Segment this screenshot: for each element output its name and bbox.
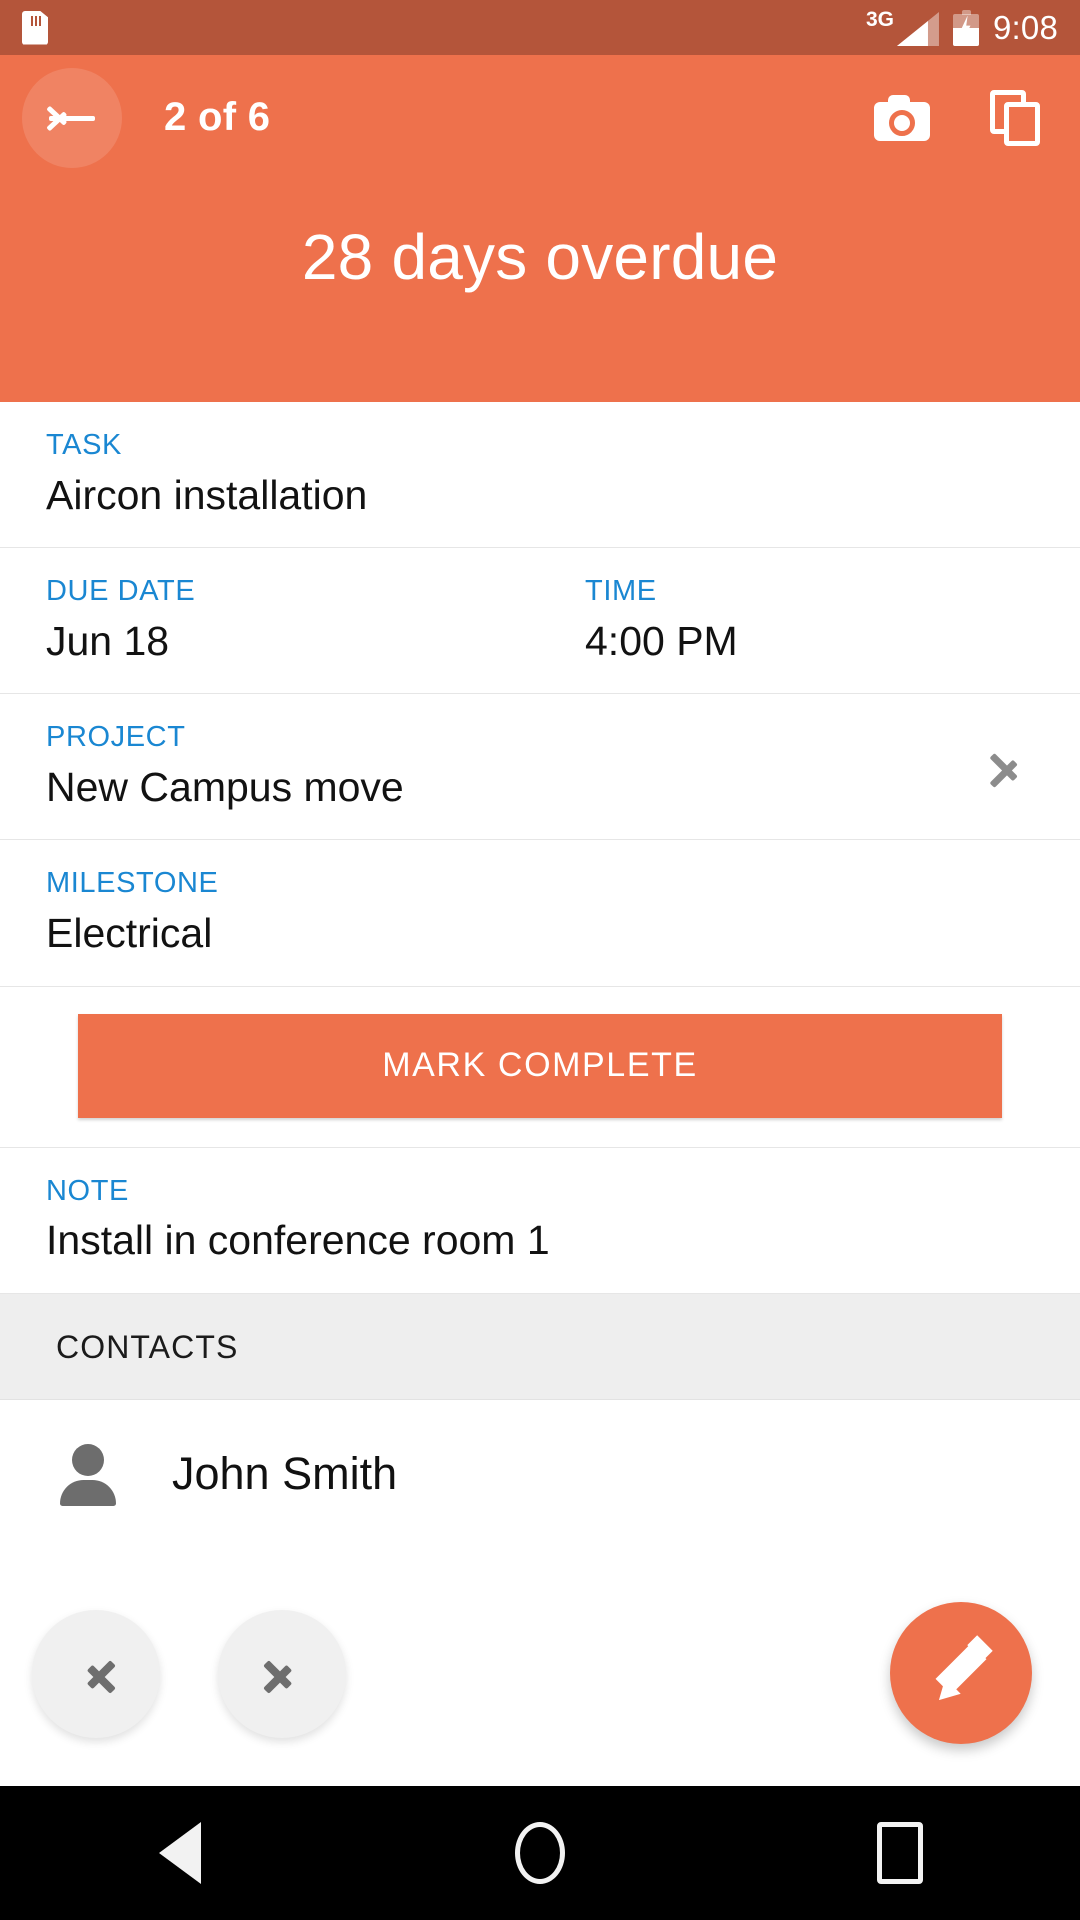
milestone-label: MILESTONE [46,867,219,900]
time-cell[interactable]: TIME 4:00 PM [540,575,1034,667]
camera-icon[interactable] [874,94,930,141]
chevron-left-icon [79,1647,116,1701]
android-navigation-bar [0,1786,1080,1920]
due-date-cell[interactable]: DUE DATE Jun 18 [46,575,540,667]
app-bar-top: 2 of 6 [0,55,1080,180]
due-date-label: DUE DATE [46,575,196,608]
battery-charging-icon [952,9,979,46]
milestone-value: Electrical [46,910,213,957]
status-bar-left [22,10,48,45]
time-value: 4:00 PM [585,618,738,665]
page-title: 2 of 6 [164,95,271,139]
triangle-back-icon [159,1822,201,1884]
phone-screen: 3G 9:08 2 of 6 28 days overdue TASK Airc… [0,0,1080,1920]
previous-task-button[interactable] [32,1610,160,1738]
status-bar-clock: 9:08 [992,9,1058,46]
person-icon [56,1442,120,1506]
note-label: NOTE [46,1174,129,1207]
copy-icon[interactable] [990,89,1042,146]
note-row[interactable]: NOTE Install in conference room 1 [0,1147,1080,1294]
back-button[interactable] [22,67,122,168]
mark-complete-button[interactable]: MARK COMPLETE [78,1013,1002,1118]
due-date-time-row[interactable]: DUE DATE Jun 18 TIME 4:00 PM [0,548,1080,695]
chevron-right-icon [263,1647,299,1701]
edit-task-fab[interactable] [890,1602,1032,1744]
contact-list-item[interactable]: John Smith [0,1399,1080,1548]
android-home-button[interactable] [480,1793,600,1913]
android-back-button[interactable] [120,1793,240,1913]
app-bar: 2 of 6 28 days overdue [0,55,1080,402]
project-row[interactable]: PROJECT New Campus move [0,694,1080,841]
project-value: New Campus move [46,764,404,811]
pencil-icon [924,1635,998,1710]
android-recents-button[interactable] [840,1793,960,1913]
task-label: TASK [46,429,122,461]
arrow-left-icon [46,98,98,138]
network-type-label: 3G [865,8,894,31]
time-label: TIME [585,575,657,608]
status-bar: 3G 9:08 [0,0,1080,55]
project-label: PROJECT [46,721,186,754]
mark-complete-row: MARK COMPLETE [0,986,1080,1148]
next-task-button[interactable] [218,1610,346,1738]
contact-name: John Smith [172,1447,398,1499]
due-date-value: Jun 18 [46,618,170,665]
circle-home-icon [515,1822,565,1884]
signal-bars-icon: 3G [866,9,939,46]
task-row[interactable]: TASK Aircon installation [0,402,1080,549]
contacts-header-label: CONTACTS [56,1328,239,1365]
status-bar-right: 3G 9:08 [866,9,1058,46]
note-value: Install in conference room 1 [46,1217,550,1264]
contacts-section-header: CONTACTS [0,1293,1080,1400]
square-recents-icon [877,1822,923,1884]
overdue-banner: 28 days overdue [301,221,779,293]
task-value: Aircon installation [46,471,368,518]
chevron-right-icon[interactable] [989,741,1024,793]
app-bar-actions [874,89,1042,146]
fab-area [0,1580,1080,1780]
milestone-row[interactable]: MILESTONE Electrical [0,840,1080,987]
sd-card-icon [22,10,48,45]
